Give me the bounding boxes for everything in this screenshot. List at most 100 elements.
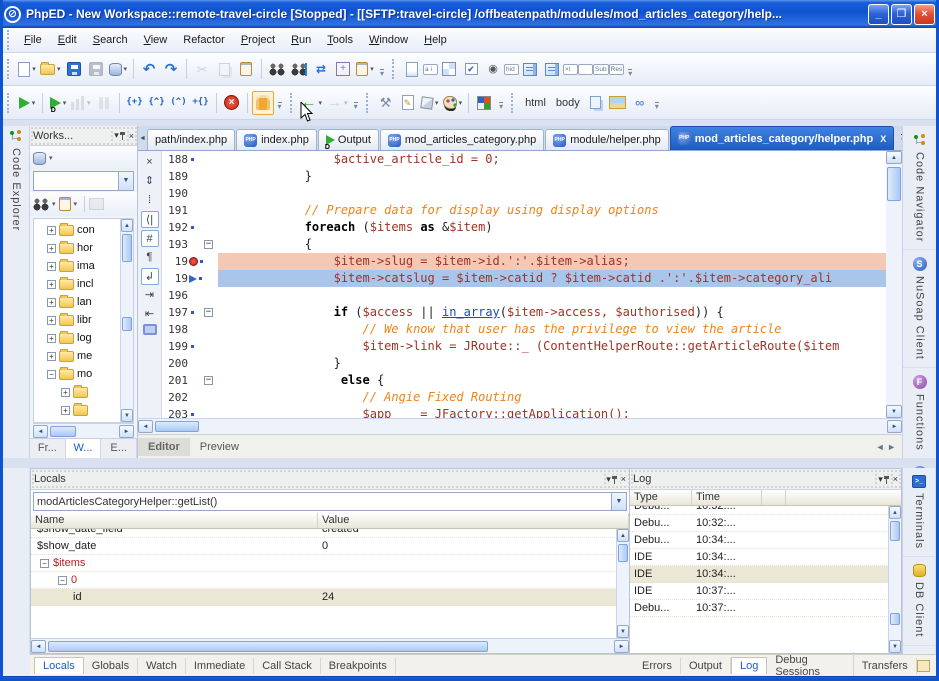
- code-gutter[interactable]: 19: [162, 253, 218, 270]
- editor-pilcrow-icon[interactable]: ¶: [141, 249, 159, 266]
- scroll-up-icon[interactable]: ▲: [889, 506, 901, 519]
- scroll-down-icon[interactable]: ▼: [886, 405, 902, 418]
- combo-field-icon[interactable]: [545, 63, 559, 76]
- scroll-thumb[interactable]: [618, 544, 628, 562]
- step-over-icon[interactable]: {^}: [148, 95, 164, 110]
- tree-expand-icon[interactable]: +: [47, 244, 56, 253]
- code-gutter[interactable]: 189: [162, 168, 218, 185]
- tab-watch[interactable]: Watch: [138, 658, 186, 674]
- menu-help[interactable]: Help: [416, 31, 455, 49]
- code-gutter[interactable]: 196: [162, 287, 218, 304]
- file-tab[interactable]: PHPindex.php: [236, 129, 317, 150]
- editor-special-icon[interactable]: ⁞: [141, 192, 159, 209]
- column-value[interactable]: Value: [318, 513, 629, 528]
- open-folder-button[interactable]: ▾: [38, 57, 63, 81]
- locals-row[interactable]: −$items: [31, 555, 629, 572]
- locals-row[interactable]: $show_date0: [31, 538, 629, 555]
- scroll-thumb[interactable]: [155, 421, 199, 432]
- tab-immediate[interactable]: Immediate: [186, 658, 254, 674]
- form-grid-button[interactable]: [438, 57, 460, 81]
- code-editor[interactable]: 188 $active_article_id = 0;189 }190191 /…: [162, 151, 886, 418]
- toolbar-overflow-icon[interactable]: ▾: [354, 102, 358, 111]
- monitor-icon[interactable]: [143, 324, 157, 335]
- tree-item[interactable]: +log: [34, 329, 133, 347]
- colors-icon[interactable]: [477, 96, 491, 110]
- tab-scroll-left-icon[interactable]: ◄: [139, 131, 146, 149]
- forward-button[interactable]: →▾: [324, 91, 350, 115]
- step-over-button[interactable]: {^}: [146, 91, 168, 115]
- locals-pin-icon[interactable]: [611, 475, 618, 484]
- frame-icon[interactable]: +: [336, 62, 350, 76]
- redo-button[interactable]: ↷: [160, 57, 182, 81]
- new-file-button[interactable]: ▾: [16, 57, 38, 81]
- tree-collapse-icon[interactable]: −: [58, 576, 67, 585]
- locals-row[interactable]: $show_date_fieldcreated: [31, 529, 629, 538]
- log-vscrollbar[interactable]: ▲ ▼: [888, 506, 901, 653]
- hidden-field-icon[interactable]: hid: [504, 64, 519, 75]
- log-row[interactable]: Debu...10:34:...: [630, 532, 901, 549]
- toolbar-overflow-icon[interactable]: ▾: [628, 69, 632, 78]
- replace-icon[interactable]: ⇄: [316, 62, 326, 77]
- workspace-clipboard-icon[interactable]: [59, 197, 71, 211]
- code-gutter[interactable]: 193−: [162, 236, 218, 253]
- workspace-find-icon[interactable]: [33, 198, 49, 211]
- tab-nusoap-client[interactable]: SNuSoap Client: [903, 250, 936, 368]
- tab-locals[interactable]: Locals: [34, 657, 84, 674]
- editor-split-icon[interactable]: ⇕: [141, 173, 159, 190]
- scroll-down-icon[interactable]: ▼: [889, 640, 901, 653]
- palette-icon[interactable]: [443, 96, 457, 109]
- scroll-up-icon[interactable]: ▲: [617, 529, 629, 542]
- tab-code-navigator[interactable]: Code Navigator: [903, 126, 936, 250]
- run-debug-icon[interactable]: [50, 97, 61, 109]
- tree-expand-icon[interactable]: +: [47, 316, 56, 325]
- code-line-190[interactable]: 190: [162, 185, 886, 202]
- step-into-icon[interactable]: {+}: [126, 95, 142, 110]
- locals-close-icon[interactable]: ×: [621, 474, 626, 484]
- toolbar-overflow-icon[interactable]: ▾: [655, 102, 659, 111]
- open-folder-icon[interactable]: [40, 64, 55, 75]
- subtab-scroll-icons[interactable]: ◄ ►: [876, 442, 902, 452]
- code-gutter[interactable]: 203: [162, 406, 218, 418]
- tab-breakpoints[interactable]: Breakpoints: [321, 658, 396, 674]
- workspace-tab-Fr[interactable]: Fr...: [30, 439, 66, 458]
- scroll-right-icon[interactable]: ►: [887, 420, 902, 433]
- replace-button[interactable]: ⇄: [310, 57, 332, 81]
- page-doc-button[interactable]: [401, 57, 423, 81]
- tree-expand-icon[interactable]: +: [61, 388, 70, 397]
- scroll-left-icon[interactable]: ◄: [33, 425, 48, 438]
- restore-button[interactable]: ❐: [891, 4, 912, 25]
- scroll-right-icon[interactable]: ►: [119, 425, 134, 438]
- find-icon[interactable]: [269, 63, 285, 76]
- menu-edit[interactable]: Edit: [50, 31, 85, 49]
- page-doc-icon[interactable]: [406, 62, 418, 77]
- run-icon[interactable]: [19, 97, 30, 109]
- code-line-194[interactable]: 19 $item->slug = $item->id.':'.$item->al…: [162, 253, 886, 270]
- column-type[interactable]: Type: [630, 490, 692, 505]
- column-extra[interactable]: [762, 490, 786, 505]
- workspace-find-dropdown-icon[interactable]: ▾: [52, 200, 56, 208]
- image-button[interactable]: [607, 91, 629, 115]
- code-gutter[interactable]: 192: [162, 219, 218, 236]
- link-icon[interactable]: ∞: [635, 95, 644, 110]
- find-next-button[interactable]: [288, 57, 310, 81]
- dropdown-arrow-icon[interactable]: ▾: [63, 99, 67, 107]
- tree-item[interactable]: +incl: [34, 275, 133, 293]
- dropdown-arrow-icon[interactable]: ▾: [370, 65, 374, 73]
- reset-button-icon[interactable]: Res: [609, 64, 625, 75]
- tree-item[interactable]: +lan: [34, 293, 133, 311]
- scroll-thumb[interactable]: [122, 234, 132, 262]
- code-gutter[interactable]: 202: [162, 389, 218, 406]
- run-cursor-button[interactable]: +{}: [190, 91, 212, 115]
- scroll-thumb[interactable]: [50, 426, 76, 437]
- run-button[interactable]: ▾: [16, 91, 38, 115]
- workspace-tab-W[interactable]: W...: [66, 439, 102, 458]
- tab-call-stack[interactable]: Call Stack: [254, 658, 321, 674]
- password-field-icon[interactable]: ×I: [563, 64, 578, 75]
- code-line-196[interactable]: 196: [162, 287, 886, 304]
- submit-button-icon[interactable]: Sub: [593, 64, 609, 75]
- editor-wrap-icon[interactable]: ↲: [141, 268, 159, 285]
- editor-close-icon[interactable]: ×: [141, 154, 159, 171]
- scroll-left-icon[interactable]: ◄: [31, 640, 46, 653]
- workspace-tab-E[interactable]: E...: [101, 439, 137, 458]
- toolbar-overflow-icon[interactable]: ▾: [278, 102, 282, 111]
